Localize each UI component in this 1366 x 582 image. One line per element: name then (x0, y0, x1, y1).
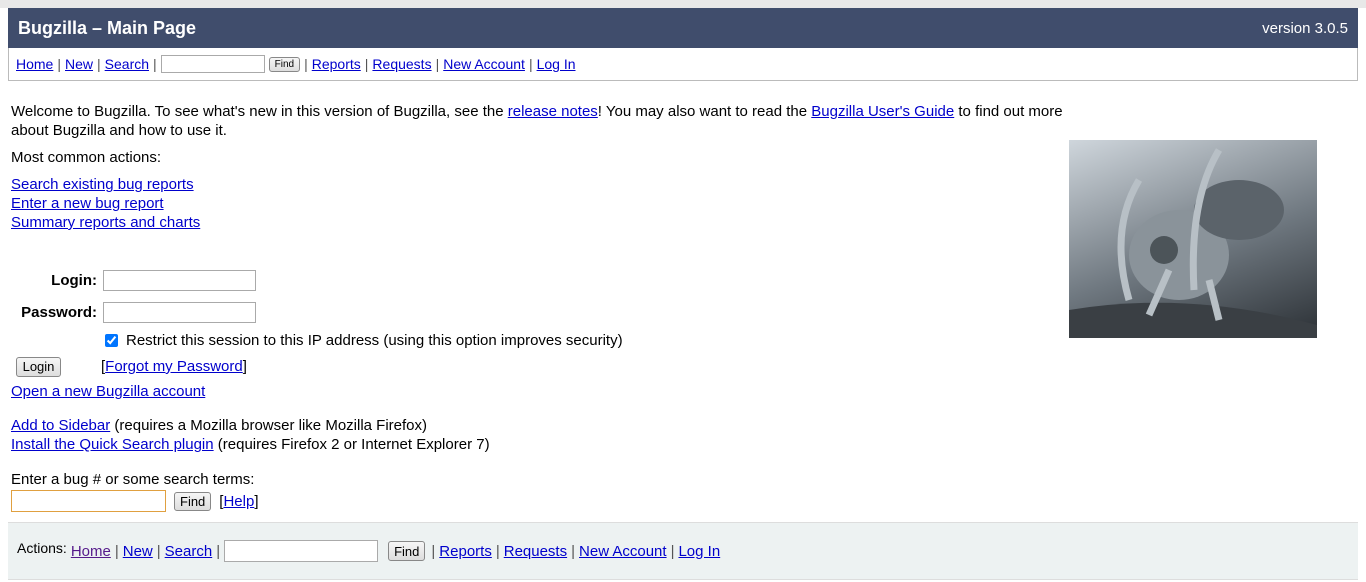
top-nav: Home | New | Search | Find | Reports | Reque… (8, 48, 1358, 81)
footer-new-account-link[interactable]: New Account (579, 543, 667, 560)
quicksearch-label: Enter a bug # or some search terms: (11, 471, 255, 488)
add-sidebar-link[interactable]: Add to Sidebar (11, 417, 110, 434)
plugin-note: (requires Firefox 2 or Internet Explorer… (213, 436, 490, 453)
sidebar-note: (requires a Mozilla browser like Mozilla… (110, 417, 428, 434)
nav-find-button[interactable]: Find (268, 56, 301, 72)
common-actions-heading: Most common actions: (11, 149, 162, 166)
nav-quicksearch-input[interactable] (160, 55, 265, 73)
intro-section: Welcome to Bugzilla. To see what's new i… (11, 102, 1071, 232)
welcome-text-2: ! You may also want to read the (597, 103, 812, 120)
forgot-bracket-close: ] (242, 358, 247, 375)
version-label: version 3.0.5 (1262, 19, 1348, 37)
welcome-text: Welcome to Bugzilla. To see what's new i… (11, 102, 1071, 140)
separator: | (364, 56, 369, 72)
login-label: Login: (51, 271, 97, 289)
separator: | (57, 56, 61, 72)
separator: | (153, 56, 157, 72)
ant-icon (1069, 148, 1317, 338)
password-input[interactable] (103, 301, 256, 323)
separator: | (114, 542, 119, 560)
quicksearch-input[interactable] (11, 490, 166, 512)
users-guide-link[interactable]: Bugzilla User's Guide (811, 103, 954, 120)
nav-new-account-link[interactable]: New Account (443, 56, 525, 72)
quicksearch-find-button[interactable]: Find (174, 491, 212, 511)
login-input[interactable] (103, 269, 256, 291)
open-account-link[interactable]: Open a new Bugzilla account (11, 383, 205, 400)
separator: | (431, 542, 436, 560)
forgot-password-link[interactable]: Forgot my Password (105, 358, 243, 375)
welcome-text-1: Welcome to Bugzilla. To see what's new i… (11, 103, 508, 120)
nav-home-link[interactable]: Home (16, 56, 53, 72)
footer-actions: Actions: Home | New | Search | Find | Repor… (8, 522, 1358, 580)
footer-search-link[interactable]: Search (165, 543, 213, 560)
page-header: Bugzilla – Main Page version 3.0.5 (8, 8, 1358, 48)
quicksearch-plugin-link[interactable]: Install the Quick Search plugin (11, 436, 214, 453)
footer-new-link[interactable]: New (123, 543, 153, 560)
separator: | (670, 542, 675, 560)
actions-label: Actions: (17, 540, 67, 556)
separator: | (97, 56, 101, 72)
release-notes-link[interactable]: release notes (508, 103, 598, 120)
ant-image (1069, 140, 1317, 338)
nav-requests-link[interactable]: Requests (372, 56, 431, 72)
footer-requests-link[interactable]: Requests (504, 543, 567, 560)
restrict-ip-checkbox[interactable] (105, 333, 118, 347)
separator: | (435, 56, 440, 72)
new-bug-link[interactable]: Enter a new bug report (11, 195, 164, 212)
nav-search-link[interactable]: Search (105, 56, 149, 72)
separator: | (528, 56, 533, 72)
help-link[interactable]: Help (223, 493, 254, 510)
search-bugs-link[interactable]: Search existing bug reports (11, 176, 194, 193)
summary-reports-link[interactable]: Summary reports and charts (11, 214, 200, 231)
help-bracket-close: ] (254, 492, 259, 510)
separator: | (216, 542, 221, 560)
separator: | (304, 56, 308, 72)
separator: | (571, 542, 576, 560)
page-title: Bugzilla – Main Page (18, 17, 197, 38)
nav-new-link[interactable]: New (65, 56, 93, 72)
separator: | (495, 542, 500, 560)
separator: | (156, 542, 161, 560)
restrict-ip-label: Restrict this session to this IP address… (126, 331, 623, 349)
footer-find-button[interactable]: Find (388, 541, 426, 561)
nav-login-link[interactable]: Log In (537, 56, 576, 72)
login-form: Login: Password: Restrict this session t… (11, 268, 623, 512)
footer-reports-link[interactable]: Reports (439, 543, 492, 560)
password-label: Password: (21, 303, 97, 321)
footer-home-link[interactable]: Home (71, 543, 111, 560)
login-button[interactable]: Login (16, 356, 61, 377)
footer-quicksearch-input[interactable] (224, 540, 379, 562)
top-background (0, 0, 1366, 8)
nav-reports-link[interactable]: Reports (312, 56, 361, 72)
footer-login-link[interactable]: Log In (678, 543, 720, 560)
